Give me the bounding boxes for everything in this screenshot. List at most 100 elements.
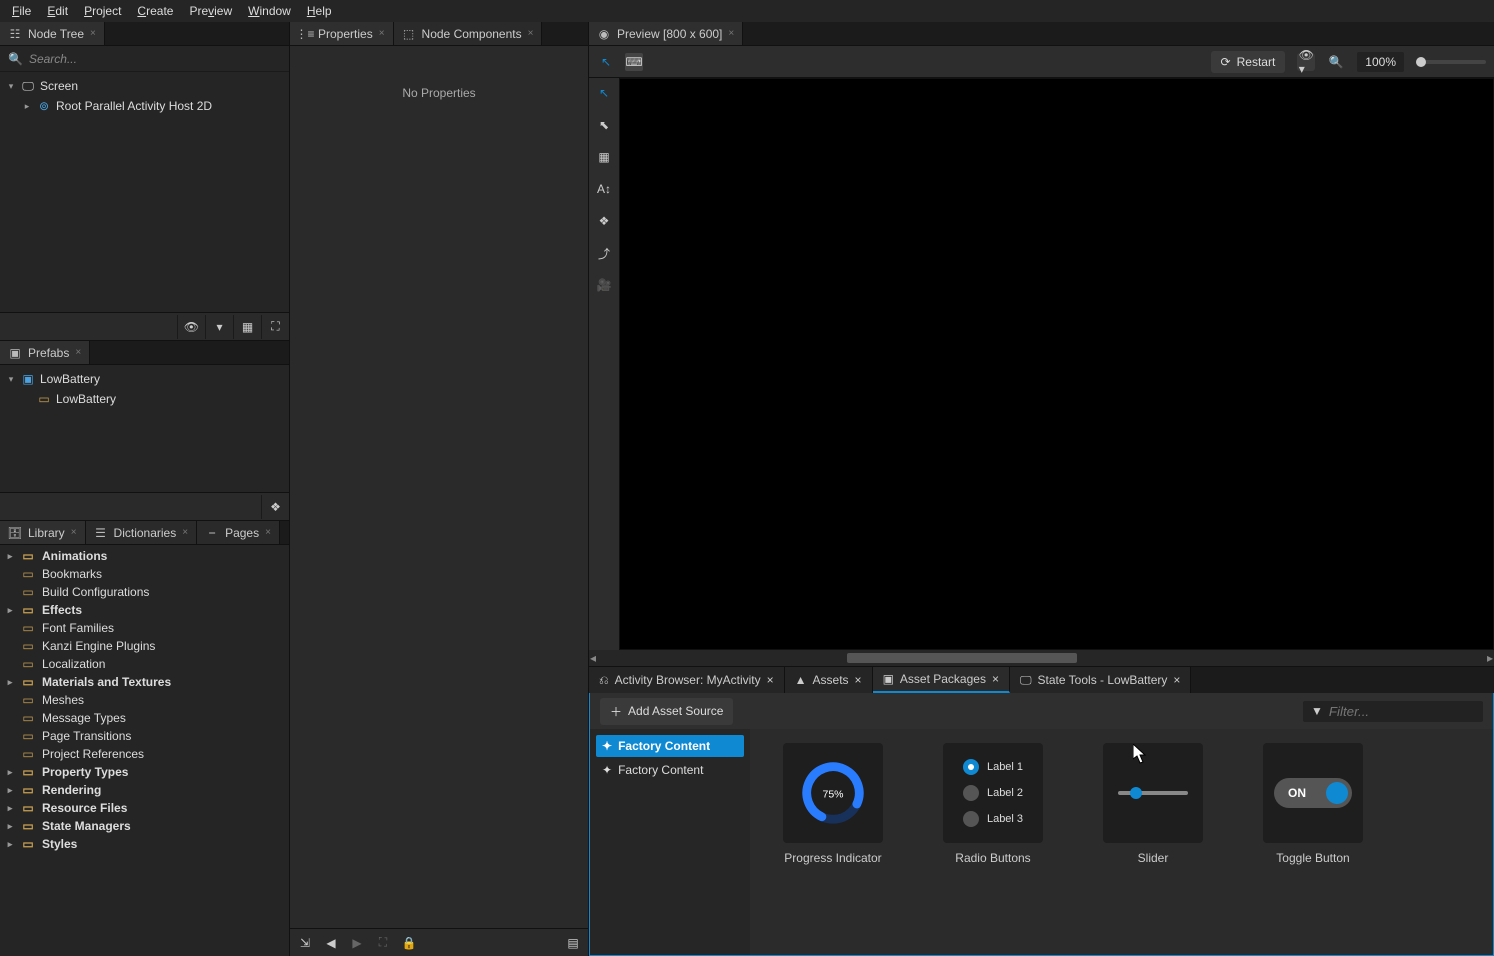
search-zoom-icon[interactable]: 🔍 xyxy=(1327,53,1345,71)
asset-toggle-button[interactable]: ON Toggle Button xyxy=(1248,743,1378,941)
close-icon[interactable]: × xyxy=(379,28,385,39)
restart-button[interactable]: ⟳ Restart xyxy=(1211,51,1286,73)
tab-node-tree[interactable]: ☷ Node Tree × xyxy=(0,22,105,45)
menu-help[interactable]: Help xyxy=(299,2,340,20)
expand-icon[interactable]: ▸ xyxy=(6,803,14,814)
filter-icon[interactable]: ▾ xyxy=(205,315,233,339)
menu-preview[interactable]: Preview xyxy=(181,2,240,20)
collapse-icon[interactable]: ▾ xyxy=(6,81,16,92)
target-icon[interactable]: ⛶ xyxy=(374,934,392,952)
menu-edit[interactable]: Edit xyxy=(39,2,76,20)
tab-node-components[interactable]: ⬚ Node Components × xyxy=(394,22,543,45)
asset-radio-buttons[interactable]: Label 1 Label 2 Label 3 xyxy=(928,743,1058,941)
library-item[interactable]: ▸▭Styles xyxy=(0,835,289,853)
library-item[interactable]: ▭Page Transitions xyxy=(0,727,289,745)
close-icon[interactable]: × xyxy=(75,347,81,358)
library-item[interactable]: ▭Font Families xyxy=(0,619,289,637)
prefab-row-1[interactable]: ▾ ▣ LowBattery xyxy=(0,369,289,389)
menu-create[interactable]: Create xyxy=(129,2,181,20)
close-icon[interactable]: × xyxy=(90,28,96,39)
library-item[interactable]: ▸▭Effects xyxy=(0,601,289,619)
collapse-icon[interactable]: ▾ xyxy=(6,374,16,385)
library-item[interactable]: ▭Project References xyxy=(0,745,289,763)
preview-scrollbar-h[interactable]: ◂ ▸ xyxy=(589,650,1494,666)
interact-icon[interactable]: ↖ xyxy=(595,84,613,102)
tab-prefabs[interactable]: ▣ Prefabs × xyxy=(0,341,90,364)
zoom-slider[interactable] xyxy=(1416,60,1486,64)
tab-assets[interactable]: ▲ Assets × xyxy=(785,667,873,693)
expand-all-icon[interactable]: ⛶ xyxy=(261,315,289,339)
tab-library[interactable]: 🗄 Library × xyxy=(0,521,86,544)
next-icon[interactable]: ▶ xyxy=(348,934,366,952)
grid-icon[interactable]: ▦ xyxy=(233,315,261,339)
library-item[interactable]: ▸▭State Managers xyxy=(0,817,289,835)
library-item[interactable]: ▭Localization xyxy=(0,655,289,673)
tree-screen-row[interactable]: ▾ 🖵 Screen xyxy=(0,76,289,96)
visibility-icon[interactable]: 👁 xyxy=(177,315,205,339)
prefab-row-2[interactable]: ▭ LowBattery xyxy=(0,389,289,409)
lock-icon[interactable]: 🔒 xyxy=(400,934,418,952)
expand-icon[interactable]: ▸ xyxy=(6,767,14,778)
panel-icon[interactable]: ▤ xyxy=(564,934,582,952)
close-icon[interactable]: × xyxy=(855,673,862,687)
asset-slider[interactable]: Slider xyxy=(1088,743,1218,941)
layers-icon[interactable]: ❖ xyxy=(595,212,613,230)
dictionary-icon: ☰ xyxy=(94,526,108,540)
add-asset-source-button[interactable]: ＋ Add Asset Source xyxy=(600,698,733,725)
interact-tool-icon[interactable]: ↖ xyxy=(597,53,615,71)
expand-icon[interactable]: ▸ xyxy=(6,785,14,796)
camera-icon[interactable]: 🎥 xyxy=(595,276,613,294)
library-item[interactable]: ▸▭Rendering xyxy=(0,781,289,799)
preview-canvas[interactable] xyxy=(619,78,1494,650)
asset-progress-indicator[interactable]: 75% Progress Indicator xyxy=(768,743,898,941)
text-icon[interactable]: A↕ xyxy=(595,180,613,198)
expand-icon[interactable]: ▸ xyxy=(6,821,14,832)
close-icon[interactable]: × xyxy=(71,527,77,538)
expand-icon[interactable]: ▸ xyxy=(6,839,14,850)
table-icon[interactable]: ▦ xyxy=(595,148,613,166)
library-item[interactable]: ▭Message Types xyxy=(0,709,289,727)
tab-asset-packages[interactable]: ▣ Asset Packages × xyxy=(873,667,1010,693)
tree-root-row[interactable]: ▸ ⊚ Root Parallel Activity Host 2D xyxy=(0,96,289,116)
close-icon[interactable]: × xyxy=(992,672,999,686)
expand-icon[interactable]: ▸ xyxy=(6,677,14,688)
expand-icon[interactable]: ▸ xyxy=(6,551,14,562)
library-item[interactable]: ▭Bookmarks xyxy=(0,565,289,583)
expand-icon[interactable]: ▸ xyxy=(22,101,32,112)
tab-activity-browser[interactable]: ⎌ Activity Browser: MyActivity × xyxy=(589,667,785,693)
library-item[interactable]: ▸▭Resource Files xyxy=(0,799,289,817)
layers-icon[interactable]: ❖ xyxy=(261,495,289,519)
library-item[interactable]: ▸▭Animations xyxy=(0,547,289,565)
tab-preview[interactable]: ◉ Preview [800 x 600] × xyxy=(589,22,743,45)
tab-pages[interactable]: ⎯ Pages × xyxy=(197,521,280,544)
prev-icon[interactable]: ◀ xyxy=(322,934,340,952)
tab-dictionaries[interactable]: ☰ Dictionaries × xyxy=(86,521,198,544)
close-icon[interactable]: × xyxy=(265,527,271,538)
link-icon[interactable]: ⇲ xyxy=(296,934,314,952)
menu-window[interactable]: Window xyxy=(240,2,299,20)
source-factory-content-1[interactable]: ✦ Factory Content xyxy=(596,735,744,757)
eye-icon[interactable]: 👁 ▾ xyxy=(1297,53,1315,71)
library-item[interactable]: ▸▭Materials and Textures xyxy=(0,673,289,691)
menu-project[interactable]: Project xyxy=(76,2,129,20)
tab-properties[interactable]: ⋮≡ Properties × xyxy=(290,22,394,45)
keyboard-icon[interactable]: ⌨ xyxy=(625,53,643,71)
filter-input[interactable] xyxy=(1329,704,1494,719)
library-item[interactable]: ▭Meshes xyxy=(0,691,289,709)
share-icon[interactable]: ⤴ xyxy=(595,244,613,262)
library-item[interactable]: ▭Build Configurations xyxy=(0,583,289,601)
cursor-icon[interactable]: ⬉ xyxy=(595,116,613,134)
close-icon[interactable]: × xyxy=(728,28,734,39)
close-icon[interactable]: × xyxy=(182,527,188,538)
close-icon[interactable]: × xyxy=(767,673,774,687)
library-item[interactable]: ▸▭Property Types xyxy=(0,763,289,781)
library-item[interactable]: ▭Kanzi Engine Plugins xyxy=(0,637,289,655)
menu-file[interactable]: File xyxy=(4,2,39,20)
close-icon[interactable]: × xyxy=(1173,673,1180,687)
close-icon[interactable]: × xyxy=(528,28,534,39)
search-input[interactable] xyxy=(29,52,281,66)
tab-state-tools[interactable]: 🖵 State Tools - LowBattery × xyxy=(1010,667,1191,693)
source-factory-content-2[interactable]: ✦ Factory Content xyxy=(596,759,744,781)
zoom-value[interactable]: 100% xyxy=(1357,52,1404,72)
expand-icon[interactable]: ▸ xyxy=(6,605,14,616)
